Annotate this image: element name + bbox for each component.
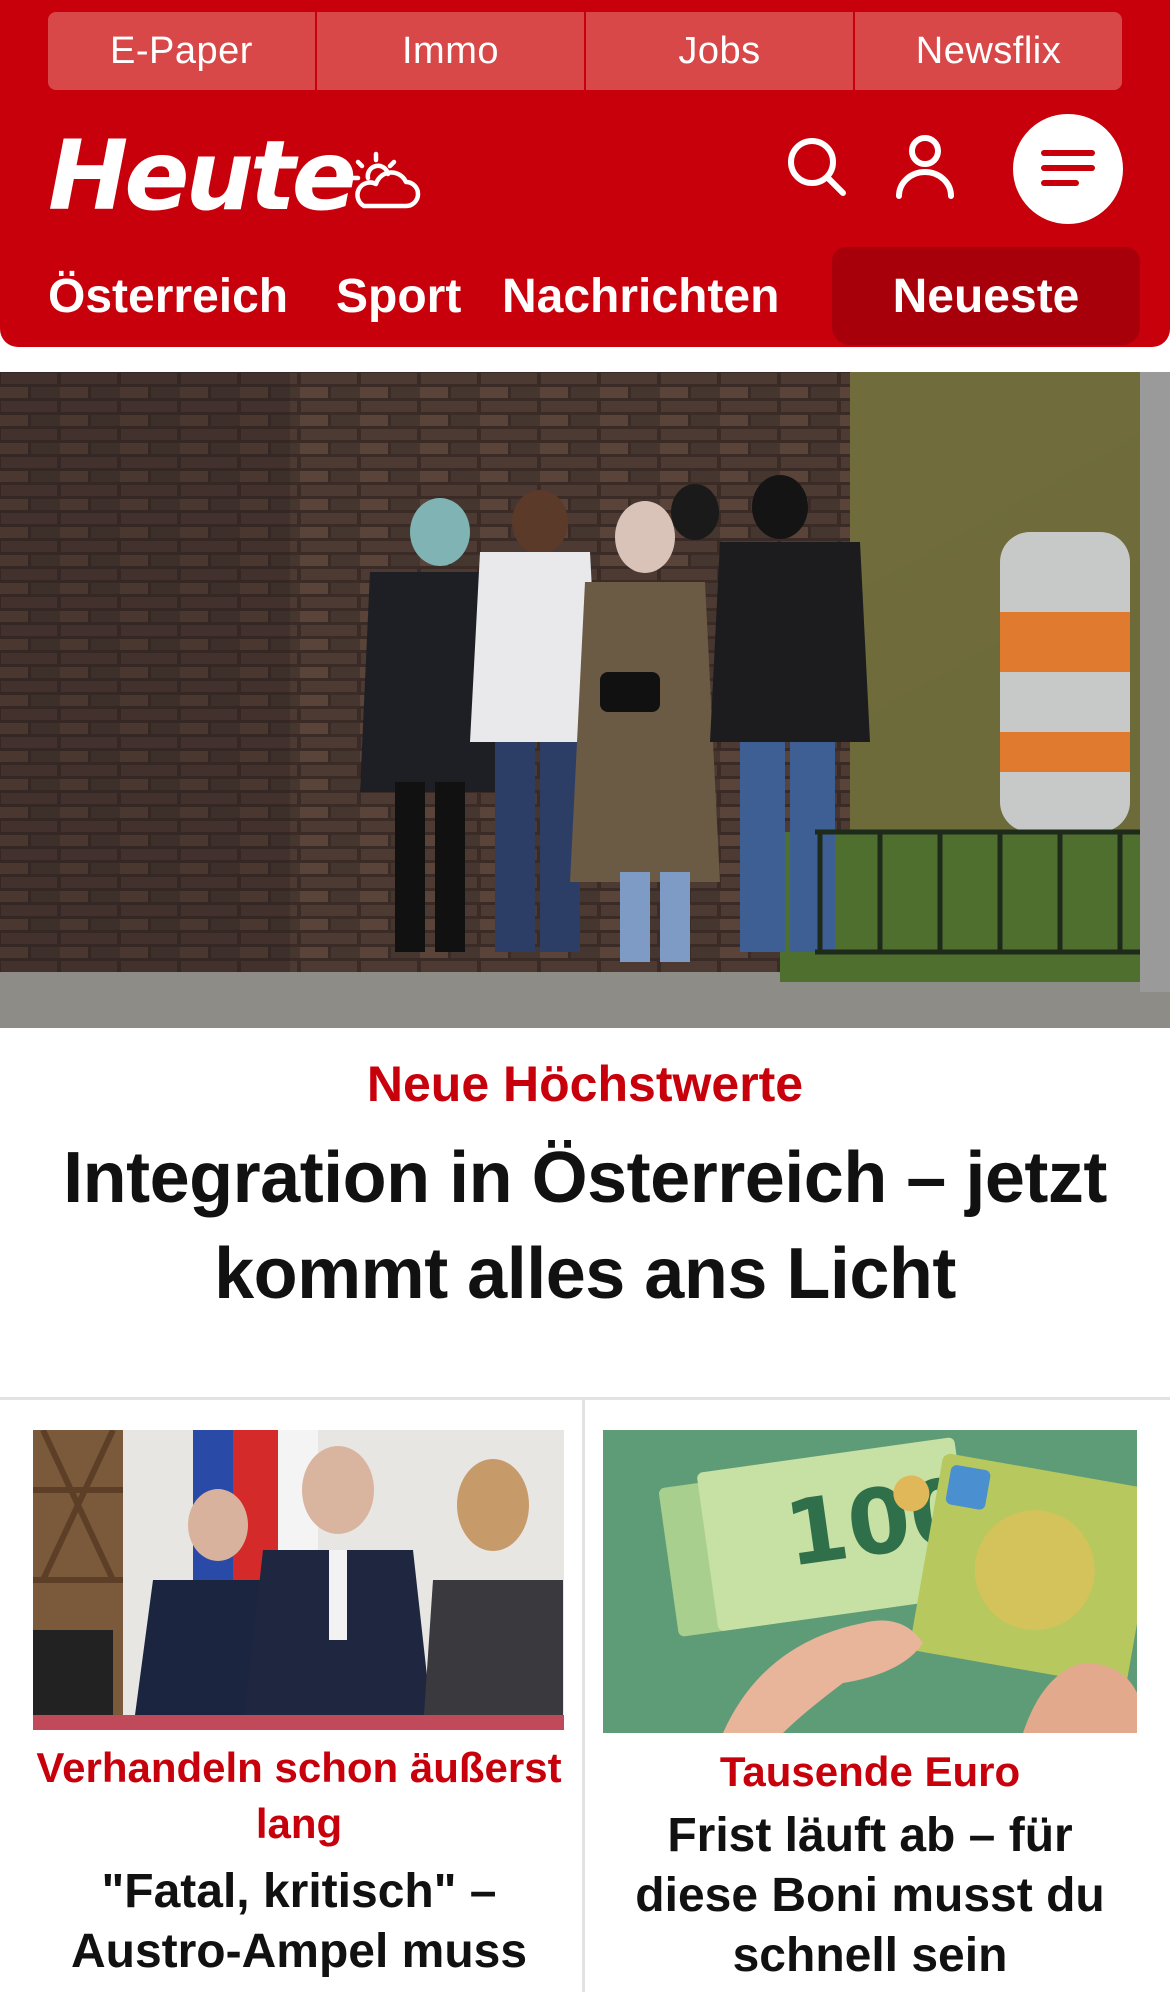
- article-2-image[interactable]: 100: [603, 1430, 1137, 1733]
- heute-logo[interactable]: Heute: [48, 128, 357, 224]
- hero-kicker[interactable]: Neue Höchstwerte: [0, 1054, 1170, 1114]
- article-2-kicker[interactable]: Tausende Euro: [600, 1744, 1140, 1800]
- top-service-nav: E-Paper Immo Jobs Newsflix: [48, 12, 1122, 90]
- hero-headline[interactable]: Integration in Österreich – jetzt kommt …: [30, 1130, 1140, 1322]
- secnav-neueste-tab[interactable]: Neueste: [832, 247, 1140, 345]
- column-divider: [582, 1400, 585, 1992]
- menu-icon: [1040, 148, 1096, 191]
- menu-button[interactable]: [1013, 114, 1123, 224]
- search-icon[interactable]: [786, 136, 848, 198]
- hero-article-image[interactable]: [0, 372, 1170, 1028]
- section-divider: [0, 1397, 1170, 1400]
- topnav-newsflix-link[interactable]: Newsflix: [855, 12, 1122, 90]
- weather-partly-cloudy-icon[interactable]: [346, 148, 422, 212]
- secnav-oesterreich-link[interactable]: Österreich: [48, 268, 288, 326]
- user-icon[interactable]: [894, 134, 956, 200]
- site-header: E-Paper Immo Jobs Newsflix Heute Österre…: [0, 0, 1170, 347]
- topnav-immo-link[interactable]: Immo: [317, 12, 586, 90]
- article-1-image[interactable]: [33, 1430, 564, 1730]
- secnav-nachrichten-link[interactable]: Nachrichten: [502, 268, 779, 326]
- article-1-headline[interactable]: "Fatal, kritisch" – Austro-Ampel muss: [30, 1862, 568, 1982]
- secnav-neueste-label: Neueste: [892, 269, 1080, 323]
- topnav-jobs-link[interactable]: Jobs: [586, 12, 855, 90]
- topnav-epaper-link[interactable]: E-Paper: [48, 12, 317, 90]
- article-2-headline[interactable]: Frist läuft ab – für diese Boni musst du…: [612, 1806, 1128, 1986]
- article-1-kicker[interactable]: Verhandeln schon äußerst lang: [30, 1740, 568, 1852]
- secnav-sport-link[interactable]: Sport: [336, 268, 461, 326]
